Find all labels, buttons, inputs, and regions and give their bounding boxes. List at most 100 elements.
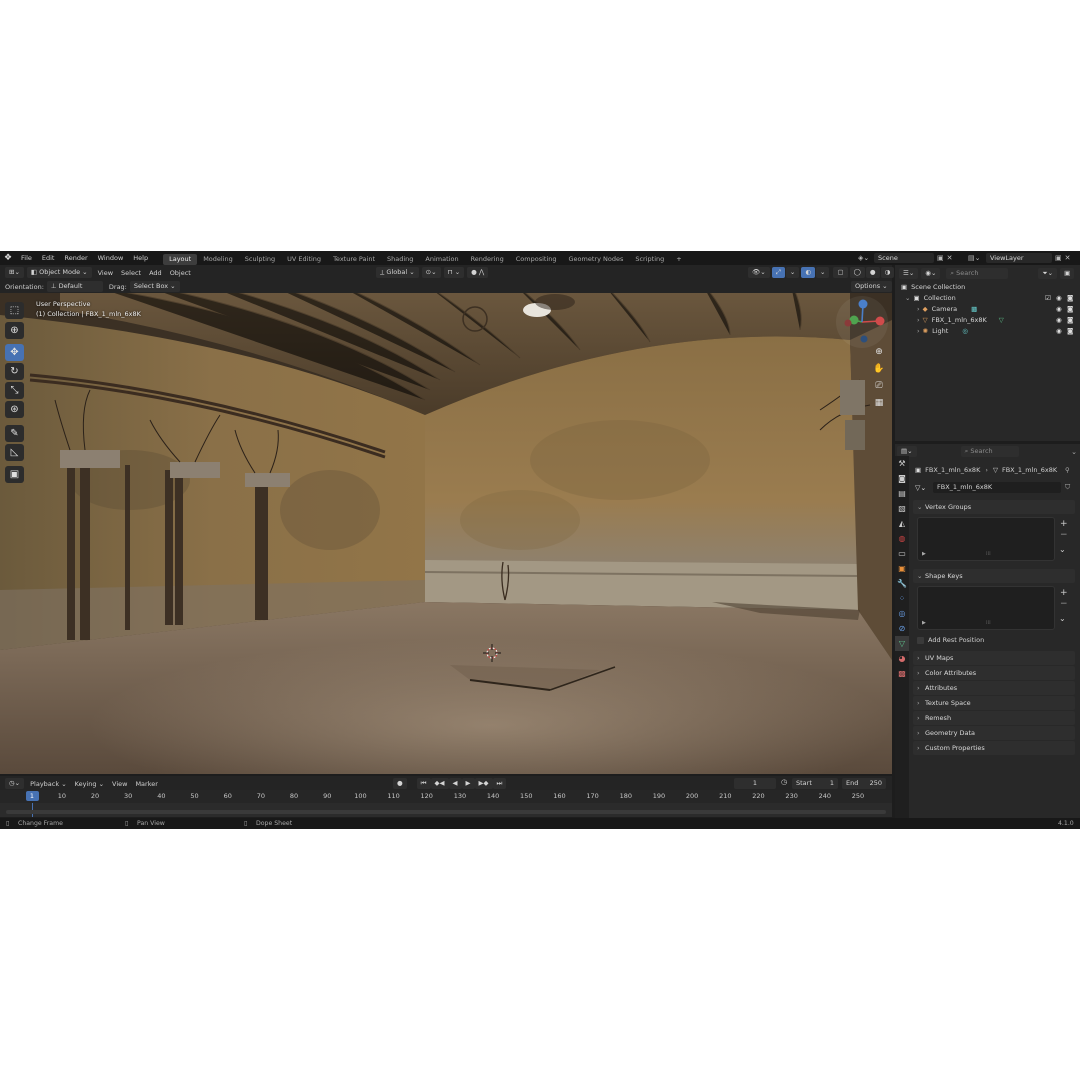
measure-tool-icon[interactable]: ◺ <box>5 444 24 461</box>
particles-tab-icon[interactable]: ⁘ <box>895 591 909 606</box>
gizmo-toggle-icon[interactable]: ⤢ <box>771 267 785 278</box>
camera-data-icon[interactable]: ▩ <box>971 304 977 315</box>
menu-timeline-view[interactable]: View <box>112 780 127 788</box>
filter-icon[interactable]: ⏷⌄ <box>1038 267 1058 279</box>
list-resize-grip-icon[interactable]: ⁞⁞⁞ <box>986 551 991 557</box>
breadcrumb-object[interactable]: FBX_1_mln_6x8K <box>925 466 980 474</box>
render-camera-icon[interactable]: ◙ <box>1067 315 1073 326</box>
outliner-row-scene-collection[interactable]: ▣ Scene Collection <box>901 282 965 293</box>
pivot-point-icon[interactable]: ⊙⌄ <box>421 267 441 278</box>
scene-name-field[interactable]: Scene <box>874 253 934 263</box>
timeline-track-area[interactable] <box>0 803 892 817</box>
menu-select[interactable]: Select <box>121 269 141 277</box>
exclude-checkbox[interactable]: ☑ <box>1045 293 1051 304</box>
panel-attributes[interactable]: › Attributes <box>913 681 1075 695</box>
viewlayer-selector[interactable]: ▤⌄ ViewLayer ▣ ✕ <box>968 253 1071 263</box>
vertex-groups-list[interactable]: ▶ ⁞⁞⁞ <box>917 517 1055 561</box>
display-mode-icon[interactable]: ◉⌄ <box>921 267 941 279</box>
current-frame-field[interactable]: 1 <box>734 778 776 789</box>
menu-window[interactable]: Window <box>93 251 129 265</box>
rotate-tool-icon[interactable]: ↻ <box>5 363 24 380</box>
tool-tab-icon[interactable]: ⚒ <box>895 456 909 471</box>
mesh-data-icon[interactable]: ▽ <box>999 315 1004 326</box>
render-tab-icon[interactable]: ◙ <box>895 471 909 486</box>
properties-options-icon[interactable]: ⌄ <box>1071 448 1077 456</box>
visibility-eye-icon[interactable]: ◉ <box>1056 315 1062 326</box>
expand-chevron-icon[interactable]: › <box>917 304 920 315</box>
scene-delete-icon[interactable]: ✕ <box>947 254 953 262</box>
3d-viewport[interactable]: User Perspective (1) Collection | FBX_1_… <box>0 280 892 774</box>
move-tool-icon[interactable]: ✥ <box>5 344 24 361</box>
auto-keying-icon[interactable]: ● <box>393 778 407 789</box>
panel-vertex-groups[interactable]: ⌄ Vertex Groups <box>913 500 1075 514</box>
orientation-dropdown[interactable]: ⊥ Default <box>46 281 103 292</box>
viewlayer-name-field[interactable]: ViewLayer <box>986 253 1052 263</box>
add-shape-key-icon[interactable]: + <box>1060 588 1068 598</box>
breadcrumb-mesh[interactable]: FBX_1_mln_6x8K <box>1002 466 1057 474</box>
pan-hand-icon[interactable]: ✋ <box>871 364 887 378</box>
expand-chevron-icon[interactable]: › <box>917 326 920 337</box>
shape-key-specials-icon[interactable]: ⌄ <box>1059 614 1066 623</box>
add-cube-tool-icon[interactable]: ▣ <box>5 466 24 483</box>
start-frame-field[interactable]: Start 1 <box>792 778 838 789</box>
select-box-tool-icon[interactable]: ⬚ <box>5 302 24 319</box>
panel-geometry-data[interactable]: › Geometry Data <box>913 726 1075 740</box>
panel-shape-keys[interactable]: ⌄ Shape Keys <box>913 569 1075 583</box>
zoom-icon[interactable]: ⊕ <box>871 347 887 361</box>
add-rest-position-checkbox[interactable] <box>917 636 924 644</box>
add-workspace-icon[interactable]: + <box>670 254 687 265</box>
menu-view[interactable]: View <box>98 269 113 277</box>
menu-add[interactable]: Add <box>149 269 162 277</box>
jump-end-icon[interactable]: ⏭ <box>492 778 507 789</box>
shading-solid-icon[interactable]: ● <box>865 267 880 278</box>
tab-rendering[interactable]: Rendering <box>465 254 510 265</box>
cursor-tool-icon[interactable]: ⊕ <box>5 322 24 339</box>
menu-edit[interactable]: Edit <box>37 251 60 265</box>
menu-object[interactable]: Object <box>170 269 191 277</box>
world-tab-icon[interactable]: ◍ <box>895 531 909 546</box>
snap-icon[interactable]: ⊓ ⌄ <box>443 267 465 278</box>
new-collection-icon[interactable]: ▣ <box>1060 267 1075 279</box>
viewlayer-new-icon[interactable]: ▣ <box>1055 254 1062 262</box>
transform-tool-icon[interactable]: ⊛ <box>5 401 24 418</box>
remove-vertex-group-icon[interactable]: − <box>1060 530 1068 540</box>
camera-view-icon[interactable]: ⎚ <box>871 381 887 395</box>
tab-scripting[interactable]: Scripting <box>629 254 670 265</box>
constraints-tab-icon[interactable]: ⊘ <box>895 621 909 636</box>
tab-shading[interactable]: Shading <box>381 254 419 265</box>
outliner-editor-type-icon[interactable]: ☰⌄ <box>899 267 919 279</box>
drag-dropdown[interactable]: Select Box ⌄ <box>129 281 180 292</box>
object-tab-icon[interactable]: ▣ <box>895 561 909 576</box>
mesh-data-tab-icon[interactable]: ▽ <box>895 636 909 651</box>
render-camera-icon[interactable]: ◙ <box>1067 304 1073 315</box>
list-filter-icon[interactable]: ▶ <box>922 620 926 626</box>
panel-texture-space[interactable]: › Texture Space <box>913 696 1075 710</box>
outliner-row-camera[interactable]: › ◆ Camera ▩ ◉ ◙ <box>917 304 1075 315</box>
list-resize-grip-icon[interactable]: ⁞⁞⁞ <box>986 620 991 626</box>
tab-uv-editing[interactable]: UV Editing <box>281 254 327 265</box>
tab-compositing[interactable]: Compositing <box>510 254 563 265</box>
timeline-scrollbar[interactable] <box>6 810 886 814</box>
jump-keyframe-forward-icon[interactable]: ▶◆ <box>474 778 493 789</box>
tab-modeling[interactable]: Modeling <box>197 254 239 265</box>
end-frame-field[interactable]: End 250 <box>842 778 886 789</box>
outliner-row-mesh[interactable]: › ▽ FBX_1_mln_6x8K ▽ ◉ ◙ <box>917 315 1075 326</box>
list-filter-icon[interactable]: ▶ <box>922 551 926 557</box>
scale-tool-icon[interactable]: ⤡ <box>5 382 24 399</box>
overlay-toggle-icon[interactable]: ◐ <box>801 267 816 278</box>
shading-material-icon[interactable]: ◑ <box>880 267 895 278</box>
visibility-icon[interactable]: 👁⌄ <box>748 267 770 278</box>
play-reverse-icon[interactable]: ◀ <box>448 778 462 789</box>
preview-range-clock-icon[interactable]: ◷ <box>781 778 787 786</box>
overlay-dropdown-icon[interactable]: ⌄ <box>816 267 830 278</box>
outliner-search-input[interactable]: ⌕ Search <box>946 267 1009 279</box>
menu-render[interactable]: Render <box>59 251 92 265</box>
panel-custom-properties[interactable]: › Custom Properties <box>913 741 1075 755</box>
shape-keys-list[interactable]: ▶ ⁞⁞⁞ <box>917 586 1055 630</box>
fake-user-shield-icon[interactable]: ⛉ <box>1065 483 1070 492</box>
tab-animation[interactable]: Animation <box>419 254 464 265</box>
scene-new-icon[interactable]: ▣ <box>937 254 944 262</box>
visibility-eye-icon[interactable]: ◉ <box>1056 326 1062 337</box>
timeline-ruler[interactable]: 1 10 20 30 40 50 60 70 80 90 100 110 120 130 140 150 160… <box>0 790 892 803</box>
collection-tab-icon[interactable]: ▭ <box>895 546 909 561</box>
